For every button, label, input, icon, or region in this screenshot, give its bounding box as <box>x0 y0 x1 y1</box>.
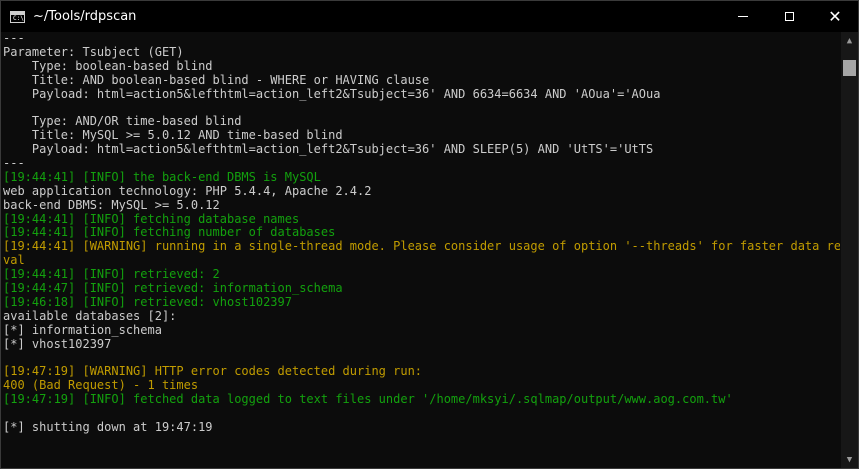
console-icon-text: C:\ <box>13 14 24 22</box>
terminal-window: C:\ ~/Tools/rdpscan ✕ --- Parameter: Tsub… <box>0 0 859 469</box>
console-line: [19:44:41] [INFO] retrieved: 2 <box>3 268 220 282</box>
minimize-icon <box>738 16 748 17</box>
console-line: available databases [2]: <box>3 309 177 323</box>
scroll-up-icon[interactable]: ▲ <box>841 32 858 49</box>
window-title: ~/Tools/rdpscan <box>33 9 137 24</box>
console-line: Title: AND boolean-based blind - WHERE o… <box>3 73 430 87</box>
close-icon: ✕ <box>828 7 842 26</box>
console-line: --- <box>3 32 25 45</box>
console-line: [19:44:41] [WARNING] running in a single… <box>3 240 840 254</box>
console-line: [19:47:19] [INFO] fetched data logged to… <box>3 393 733 407</box>
console-line: web application technology: PHP 5.4.4, A… <box>3 184 372 198</box>
console-line: [19:44:41] [INFO] fetching database name… <box>3 212 300 226</box>
maximize-button[interactable] <box>766 1 812 32</box>
console-line: [19:44:47] [INFO] retrieved: information… <box>3 282 343 296</box>
console-line: --- <box>3 157 25 171</box>
console-line: Type: boolean-based blind <box>3 59 213 73</box>
minimize-button[interactable] <box>720 1 766 32</box>
title-bar[interactable]: C:\ ~/Tools/rdpscan ✕ <box>1 1 858 32</box>
console-line: Title: MySQL >= 5.0.12 AND time-based bl… <box>3 129 343 143</box>
console-line: [*] vhost102397 <box>3 337 112 351</box>
console-line: [19:46:18] [INFO] retrieved: vhost102397 <box>3 295 292 309</box>
console-line: Payload: html=action5&lefthtml=action_le… <box>3 143 654 157</box>
scrollbar-thumb[interactable] <box>843 60 856 76</box>
console-line: Type: AND/OR time-based blind <box>3 115 242 129</box>
console-line: [19:47:19] [WARNING] HTTP error codes de… <box>3 365 423 379</box>
console-line: [19:44:41] [INFO] fetching number of dat… <box>3 226 336 240</box>
console-line: [*] shutting down at 19:47:19 <box>3 420 213 434</box>
console-output[interactable]: --- Parameter: Tsubject (GET) Type: boole… <box>1 32 840 468</box>
console-icon: C:\ <box>10 10 25 23</box>
console-line: Parameter: Tsubject (GET) <box>3 45 184 59</box>
vertical-scrollbar[interactable]: ▲ ▼ <box>841 32 858 468</box>
console-line: [19:44:41] [INFO] the back-end DBMS is M… <box>3 170 321 184</box>
console-line: [*] information_schema <box>3 323 162 337</box>
console-line: Payload: html=action5&lefthtml=action_le… <box>3 87 661 101</box>
console-line: val <box>3 254 25 268</box>
console-line: 400 (Bad Request) - 1 times <box>3 379 199 393</box>
close-button[interactable]: ✕ <box>812 1 858 32</box>
maximize-icon <box>784 12 794 21</box>
scroll-down-icon[interactable]: ▼ <box>841 451 858 468</box>
console-line: back-end DBMS: MySQL >= 5.0.12 <box>3 198 220 212</box>
